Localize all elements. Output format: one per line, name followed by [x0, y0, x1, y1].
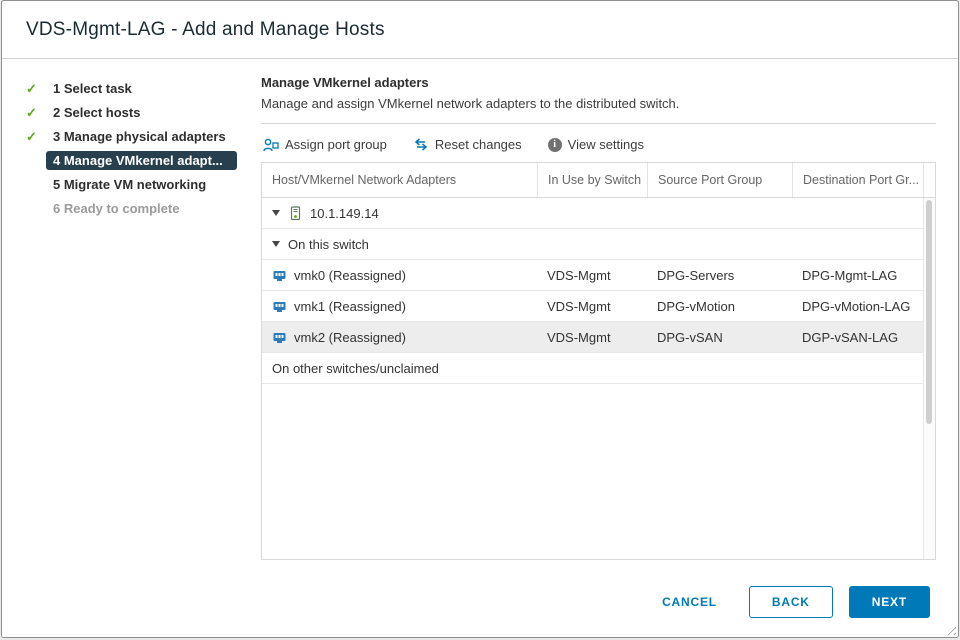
step-label: 3 Manage physical adapters [53, 129, 226, 144]
step-select-hosts[interactable]: ✓ 2 Select hosts [26, 101, 237, 124]
cell-destination-port-group: DPG-vMotion-LAG [802, 298, 911, 314]
back-button[interactable]: BACK [748, 586, 833, 618]
step-ready-to-complete: 6 Ready to complete [26, 197, 237, 220]
cell-destination-port-group: DGP-vSAN-LAG [802, 329, 899, 345]
step-select-task[interactable]: ✓ 1 Select task [26, 77, 237, 100]
content-header: Manage VMkernel adapters Manage and assi… [261, 75, 936, 124]
reset-changes-button[interactable]: Reset changes [413, 137, 522, 152]
reset-changes-icon [414, 138, 428, 151]
vmkernel-adapter-icon [273, 270, 286, 281]
step-label: 2 Select hosts [53, 105, 141, 120]
step-manage-physical-adapters[interactable]: ✓ 3 Manage physical adapters [26, 125, 237, 148]
group-label: On this switch [288, 236, 369, 252]
next-button[interactable]: NEXT [848, 586, 930, 618]
table-row-vmk1[interactable]: vmk1 (Reassigned) VDS-Mgmt DPG-vMotion D… [262, 291, 935, 322]
group-row-on-this-switch[interactable]: On this switch [262, 229, 935, 260]
scrollbar-thumb[interactable] [926, 200, 932, 424]
page-subtitle: Manage and assign VMkernel network adapt… [261, 96, 680, 111]
table-row-vmk0[interactable]: vmk0 (Reassigned) VDS-Mgmt DPG-Servers D… [262, 260, 935, 291]
vmkernel-adapters-table: Host/VMkernel Network Adapters In Use by… [261, 162, 936, 560]
check-icon: ✓ [26, 80, 37, 96]
wizard-main-panel: Manage VMkernel adapters Manage and assi… [237, 59, 958, 567]
host-row[interactable]: 10.1.149.14 [262, 198, 935, 229]
adapter-name: vmk1 (Reassigned) [294, 298, 406, 314]
collapse-caret-icon[interactable] [272, 210, 280, 216]
step-label: 5 Migrate VM networking [53, 177, 207, 192]
group-row-other-switches[interactable]: On other switches/unclaimed [262, 353, 935, 384]
wizard-steps-sidebar: ✓ 1 Select task ✓ 2 Select hosts ✓ 3 Man… [2, 59, 237, 567]
cell-in-use-by-switch: VDS-Mgmt [547, 267, 611, 283]
assign-port-group-button[interactable]: Assign port group [263, 137, 387, 152]
adapter-toolbar: Assign port group Reset changes i View s… [263, 137, 936, 152]
cancel-button[interactable]: CANCEL [652, 587, 727, 617]
table-scrollbar[interactable] [923, 198, 935, 559]
step-migrate-vm-networking[interactable]: 5 Migrate VM networking [26, 173, 237, 196]
adapter-name: vmk2 (Reassigned) [294, 329, 406, 345]
cell-source-port-group: DPG-vMotion [657, 298, 736, 314]
vmkernel-adapter-icon [273, 301, 286, 312]
step-label: 4 Manage VMkernel adapt... [46, 151, 237, 170]
column-header-adapters[interactable]: Host/VMkernel Network Adapters [262, 163, 537, 197]
step-label: 6 Ready to complete [53, 201, 180, 216]
dialog-title: VDS-Mgmt-LAG - Add and Manage Hosts [26, 18, 385, 40]
column-header-in-use-by-switch[interactable]: In Use by Switch [537, 163, 647, 197]
reset-changes-label: Reset changes [434, 137, 522, 152]
column-header-source-port-group[interactable]: Source Port Group [647, 163, 792, 197]
table-header-row: Host/VMkernel Network Adapters In Use by… [262, 163, 935, 198]
cell-in-use-by-switch: VDS-Mgmt [547, 329, 611, 345]
check-icon: ✓ [26, 104, 37, 120]
collapse-caret-icon[interactable] [272, 241, 280, 247]
group-label: On other switches/unclaimed [272, 360, 439, 376]
column-header-scroll-spacer [923, 163, 944, 197]
host-icon [290, 205, 301, 220]
column-header-destination-port-group[interactable]: Destination Port Gr... [792, 163, 923, 197]
cell-in-use-by-switch: VDS-Mgmt [547, 298, 611, 314]
assign-port-group-label: Assign port group [285, 137, 387, 152]
dialog-titlebar: VDS-Mgmt-LAG - Add and Manage Hosts [2, 1, 958, 59]
host-address: 10.1.149.14 [310, 205, 379, 221]
wizard-footer: CANCEL BACK NEXT [2, 567, 958, 637]
view-settings-button[interactable]: i View settings [547, 137, 644, 152]
step-label: 1 Select task [53, 81, 132, 96]
table-row-vmk2[interactable]: vmk2 (Reassigned) VDS-Mgmt DPG-vSAN DGP-… [262, 322, 935, 353]
assign-port-group-icon [263, 138, 279, 151]
info-icon: i [547, 137, 562, 152]
adapter-name: vmk0 (Reassigned) [294, 267, 406, 283]
vmkernel-adapter-icon [273, 332, 286, 343]
check-icon: ✓ [26, 128, 37, 144]
step-manage-vmkernel-adapters[interactable]: 4 Manage VMkernel adapt... [26, 149, 237, 172]
cell-source-port-group: DPG-vSAN [657, 329, 723, 345]
cell-destination-port-group: DPG-Mgmt-LAG [802, 267, 898, 283]
add-and-manage-hosts-dialog: VDS-Mgmt-LAG - Add and Manage Hosts ✓ 1 … [1, 0, 959, 638]
view-settings-label: View settings [567, 137, 644, 152]
page-title: Manage VMkernel adapters [261, 75, 429, 90]
cell-source-port-group: DPG-Servers [657, 267, 735, 283]
